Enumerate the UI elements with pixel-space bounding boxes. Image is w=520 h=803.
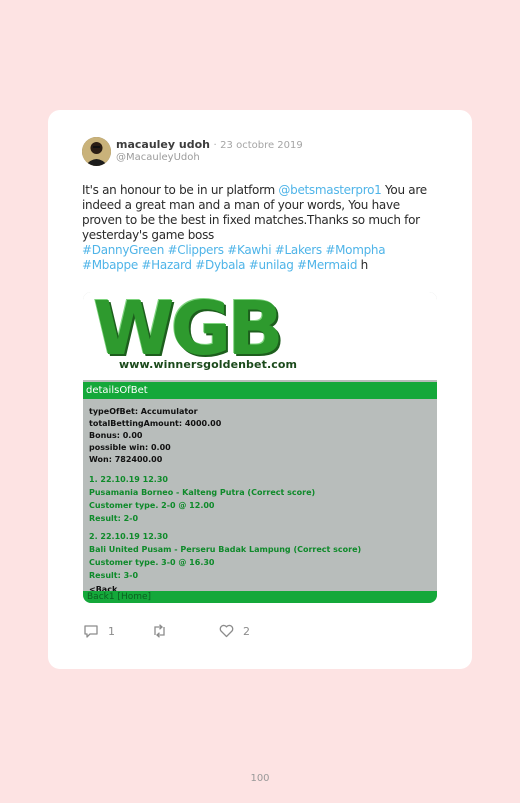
retweet-button[interactable] [151, 624, 168, 638]
bet-line: Bonus: 0.00 [89, 431, 143, 440]
bet-line: Result: 3-0 [89, 571, 139, 580]
like-button[interactable]: 2 [219, 624, 250, 638]
bet-line: Result: 2-0 [89, 514, 139, 523]
tweet-text: It's an honour to be in ur platform @bet… [82, 183, 442, 273]
bet-line: typeOfBet: Accumulator [89, 407, 198, 416]
bet-footer: Back1 [Home] [83, 591, 437, 603]
logo-url: www.winnersgoldenbet.com [119, 358, 298, 371]
mention-link[interactable]: @betsmasterpro1 [278, 183, 381, 197]
page-number: 100 [250, 773, 270, 784]
tweet-date[interactable]: 23 octobre 2019 [220, 140, 303, 151]
bet-header: detailsOfBet [83, 382, 437, 399]
tweet-actions: 1 2 [83, 624, 383, 640]
bet-line: Customer type. 3-0 @ 16.30 [89, 558, 215, 567]
like-count: 2 [243, 624, 250, 638]
tweet-trailing: h [357, 258, 369, 272]
author-handle[interactable]: @MacauleyUdoh [116, 152, 200, 163]
bet-line: 1. 22.10.19 12.30 [89, 475, 168, 484]
separator: · [213, 140, 217, 151]
reply-count: 1 [108, 624, 115, 638]
author-name[interactable]: macauley udoh [116, 138, 210, 151]
attached-image[interactable]: WGB www.winnersgoldenbet.com detailsOfBe… [83, 292, 437, 603]
reply-button[interactable]: 1 [83, 624, 115, 638]
bet-line: Customer type. 2-0 @ 12.00 [89, 501, 215, 510]
tweet-card: macauley udoh · 23 octobre 2019 @Macaule… [48, 110, 472, 669]
bet-line: totalBettingAmount: 4000.00 [89, 419, 222, 428]
bet-line: possible win: 0.00 [89, 443, 171, 452]
bet-line: Pusamania Borneo - Kalteng Putra (Correc… [89, 488, 316, 497]
bet-details: typeOfBet: Accumulator totalBettingAmoun… [83, 399, 437, 594]
reply-icon [84, 625, 98, 638]
tweet-text-part1: It's an honour to be in ur platform [82, 183, 279, 197]
heart-icon [219, 624, 234, 638]
hashtags[interactable]: #DannyGreen #Clippers #Kawhi #Lakers #Mo… [82, 243, 386, 272]
retweet-icon [154, 624, 165, 638]
author-line: macauley udoh · 23 octobre 2019 [116, 138, 303, 151]
avatar[interactable] [82, 137, 111, 166]
logo-area: WGB www.winnersgoldenbet.com [83, 292, 437, 380]
bet-line: 2. 22.10.19 12.30 [89, 532, 168, 541]
bet-line: Bali United Pusam - Perseru Badak Lampun… [89, 545, 362, 554]
bet-line: Won: 782400.00 [89, 455, 163, 464]
